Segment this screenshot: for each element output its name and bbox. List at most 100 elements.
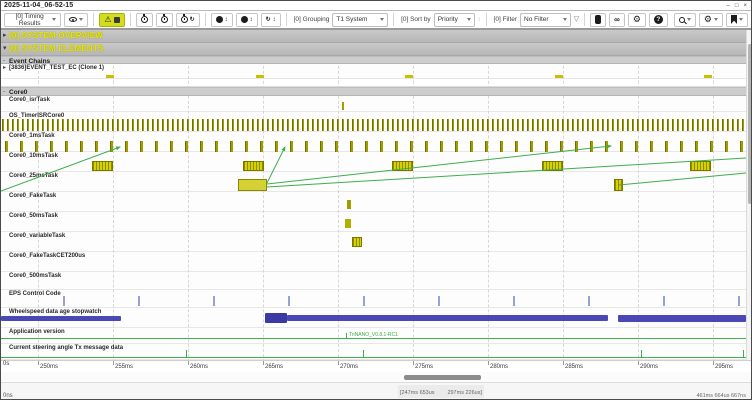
- vertical-scrollbar-thumb[interactable]: [748, 44, 752, 204]
- trace-mark[interactable]: [467, 119, 469, 131]
- trace-mark[interactable]: [102, 119, 104, 131]
- trace-mark[interactable]: [20, 141, 23, 152]
- close-button[interactable]: ×: [743, 3, 747, 9]
- trace-mark[interactable]: [107, 119, 109, 131]
- trace-mark[interactable]: [602, 119, 604, 131]
- trace-mark[interactable]: [342, 102, 344, 110]
- trace-mark[interactable]: [743, 350, 744, 358]
- trace-mark[interactable]: [97, 119, 99, 131]
- trace-mark[interactable]: [365, 141, 368, 152]
- horizontal-scrollbar[interactable]: [1, 372, 751, 383]
- trace-mark[interactable]: [92, 119, 94, 131]
- trace-mark[interactable]: [125, 141, 128, 152]
- trace-mark[interactable]: [522, 119, 524, 131]
- snapshot-button[interactable]: [590, 13, 606, 27]
- trace-mark[interactable]: [200, 141, 203, 152]
- trace-mark[interactable]: [12, 119, 14, 131]
- filter-select[interactable]: No Filter: [520, 13, 571, 27]
- trace-mark[interactable]: [650, 141, 653, 152]
- trace-mark[interactable]: [587, 119, 589, 131]
- trace-mark[interactable]: [213, 296, 215, 306]
- trace-mark[interactable]: [427, 119, 429, 131]
- trace-execution-block[interactable]: [542, 161, 563, 171]
- trace-mark[interactable]: [590, 141, 593, 152]
- expand-marker-icon[interactable]: ▸: [3, 65, 6, 72]
- trace-mark[interactable]: [425, 141, 428, 152]
- trace-mark[interactable]: [697, 119, 699, 131]
- trace-mark[interactable]: [617, 119, 619, 131]
- trace-mark[interactable]: [227, 119, 229, 131]
- refresh-up-down-button[interactable]: ↻↕: [261, 13, 281, 27]
- trace-mark[interactable]: [363, 350, 364, 358]
- trace-mark[interactable]: [122, 119, 124, 131]
- trace-mark[interactable]: [317, 119, 319, 131]
- trace-mark[interactable]: [397, 119, 399, 131]
- trace-mark[interactable]: [52, 119, 54, 131]
- trace-execution-block[interactable]: [392, 161, 413, 171]
- trace-mark[interactable]: [432, 119, 434, 131]
- trace-mark[interactable]: [567, 119, 569, 131]
- trace-mark[interactable]: [207, 119, 209, 131]
- stopwatch-reset-button[interactable]: ↻: [176, 13, 200, 27]
- trace-mark[interactable]: [710, 141, 713, 152]
- trace-mark[interactable]: [372, 119, 374, 131]
- row-steering-tx-data[interactable]: Current steering angle Tx message data: [1, 344, 752, 360]
- trace-mark[interactable]: [110, 141, 113, 152]
- trace-mark[interactable]: [22, 119, 24, 131]
- trace-mark[interactable]: [692, 119, 694, 131]
- trace-mark[interactable]: [357, 119, 359, 131]
- trace-mark[interactable]: [185, 141, 188, 152]
- trace-mark[interactable]: [527, 119, 529, 131]
- row-core0-50mstask[interactable]: Core0_50msTask: [1, 212, 752, 232]
- expand-marker-icon[interactable]: ▾: [3, 45, 7, 52]
- trace-mark[interactable]: [65, 141, 68, 152]
- row-eps-control-code[interactable]: EPS Control Code: [1, 290, 752, 308]
- trace-mark[interactable]: [562, 119, 564, 131]
- trace-mark[interactable]: [687, 119, 689, 131]
- stopwatch-start-button[interactable]: [136, 13, 153, 27]
- trace-mark[interactable]: [37, 119, 39, 131]
- trace-mark[interactable]: [345, 219, 351, 228]
- stopwatch-bar[interactable]: [265, 313, 287, 323]
- trace-mark[interactable]: [62, 119, 64, 131]
- trace-mark[interactable]: [612, 119, 614, 131]
- trace-mark[interactable]: [647, 119, 649, 131]
- trace-mark[interactable]: [297, 119, 299, 131]
- row-core0-variabletask[interactable]: Core0_variableTask: [1, 232, 752, 252]
- trace-mark[interactable]: [277, 119, 279, 131]
- trace-mark[interactable]: [346, 333, 347, 339]
- horizontal-scrollbar-thumb[interactable]: [404, 375, 481, 380]
- sort-direction-icon[interactable]: ↕: [478, 17, 481, 23]
- trace-mark[interactable]: [117, 119, 119, 131]
- trace-mark[interactable]: [502, 119, 504, 131]
- trace-mark[interactable]: [162, 119, 164, 131]
- help-button[interactable]: ?: [649, 13, 668, 27]
- trace-execution-block[interactable]: [243, 161, 264, 171]
- trace-mark[interactable]: [682, 119, 684, 131]
- visibility-button[interactable]: [64, 13, 88, 27]
- grouping-select[interactable]: T1 System: [332, 13, 388, 27]
- trace-mark[interactable]: [307, 119, 309, 131]
- trace-mark[interactable]: [67, 119, 69, 131]
- trace-mark[interactable]: [438, 296, 440, 306]
- measure-up-down-button[interactable]: ↕: [211, 13, 233, 27]
- trace-mark[interactable]: [702, 119, 704, 131]
- trace-mark[interactable]: [106, 75, 114, 78]
- trace-mark[interactable]: [422, 119, 424, 131]
- trace-mark[interactable]: [704, 75, 712, 78]
- row-os-timerisrcore0[interactable]: OS_TimerISRCore0: [1, 112, 752, 132]
- trace-mark[interactable]: [7, 119, 9, 131]
- trace-mark[interactable]: [82, 119, 84, 131]
- trace-execution-block[interactable]: [614, 179, 623, 191]
- trace-mark[interactable]: [242, 119, 244, 131]
- trace-mark[interactable]: [217, 119, 219, 131]
- trace-mark[interactable]: [320, 141, 323, 152]
- trace-mark[interactable]: [452, 119, 454, 131]
- trace-mark[interactable]: [663, 296, 665, 306]
- minimize-button[interactable]: –: [727, 3, 730, 9]
- row-core0-25mstask[interactable]: Core0_25msTask: [1, 172, 752, 192]
- trace-mark[interactable]: [347, 200, 351, 209]
- stopwatch-bar[interactable]: [618, 315, 746, 322]
- trace-mark[interactable]: [332, 119, 334, 131]
- row-system-elements[interactable]: ▾[0] SYSTEM ELEMENTS: [1, 43, 752, 56]
